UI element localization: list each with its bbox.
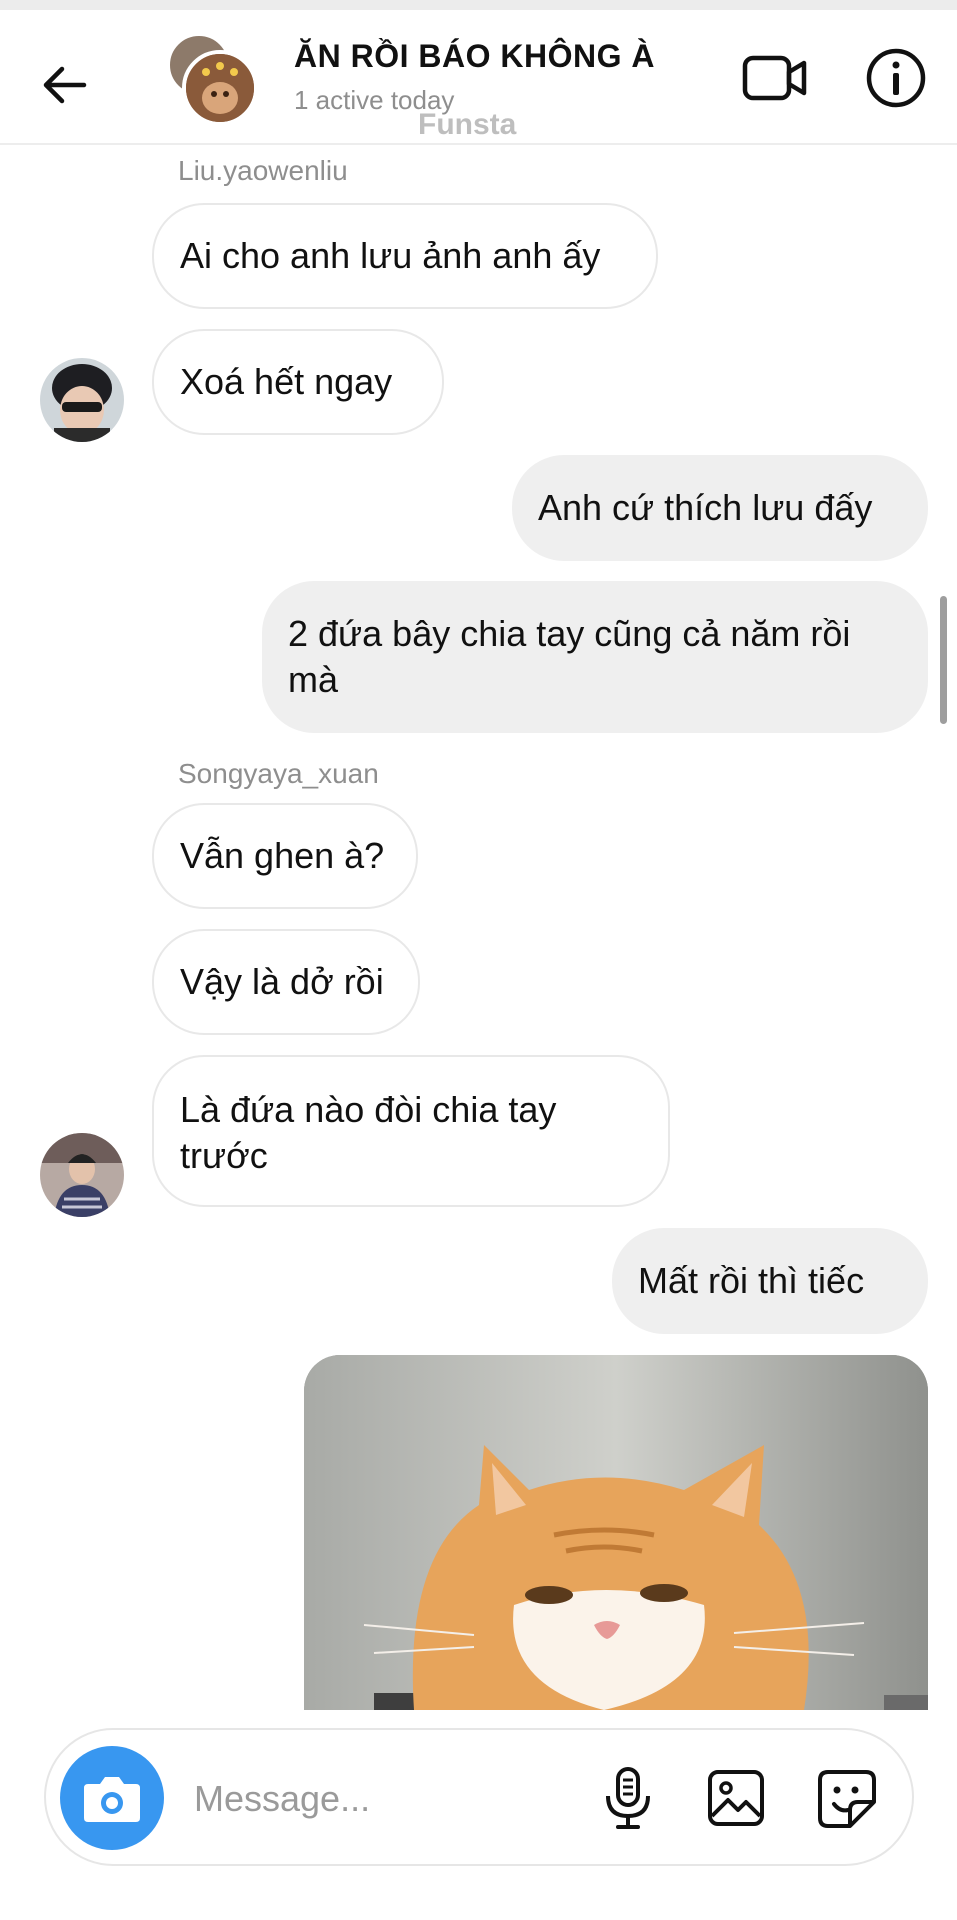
message-input[interactable]	[192, 1770, 616, 1828]
sender-name: Songyaya_xuan	[178, 758, 379, 789]
message-bubble[interactable]: 2 đứa bây chia tay cũng cả năm rồi mà	[262, 581, 928, 733]
message-text: Ai cho anh lưu ảnh anh ấy	[180, 235, 601, 276]
info-icon	[866, 48, 926, 108]
message-text: 2 đứa bây chia tay cũng cả năm rồi	[288, 613, 851, 654]
message-text: Anh cứ thích lưu đấy	[538, 487, 873, 528]
avatar[interactable]	[40, 1133, 124, 1217]
message-thread[interactable]: Liu.yaowenliu Ai cho anh lưu ảnh anh ấy …	[0, 145, 957, 1710]
message-bubble[interactable]: Là đứa nào đòi chia tay trước	[152, 1055, 670, 1207]
sticker-button[interactable]	[816, 1768, 878, 1830]
sticker-icon	[818, 1770, 876, 1828]
chat-header: ĂN RỒI BÁO KHÔNG À 1 active today Funsta	[0, 10, 957, 145]
message-bubble[interactable]: Xoá hết ngay	[152, 329, 444, 435]
message-bubble[interactable]: Vậy là dở rồi	[152, 929, 420, 1035]
message-text: Là đứa nào đòi chia tay	[180, 1089, 557, 1130]
photo-message[interactable]	[304, 1355, 928, 1710]
message-text: mà	[288, 659, 339, 700]
group-avatar[interactable]	[166, 32, 258, 126]
message-bubble[interactable]: Anh cứ thích lưu đấy	[512, 455, 928, 561]
image-gallery-icon	[708, 1770, 764, 1826]
watermark: Funsta	[418, 108, 517, 141]
message-bubble[interactable]: Mất rồi thì tiếc	[612, 1228, 928, 1334]
message-bubble[interactable]: Ai cho anh lưu ảnh anh ấy	[152, 203, 658, 309]
back-arrow-icon	[43, 66, 87, 104]
sender-name: Liu.yaowenliu	[178, 155, 348, 186]
microphone-icon	[606, 1767, 650, 1829]
message-text: Mất rồi thì tiếc	[638, 1260, 865, 1301]
camera-button[interactable]	[60, 1746, 164, 1850]
message-composer	[44, 1728, 914, 1866]
message-text: Vẫn ghen à?	[180, 835, 385, 876]
message-text: Xoá hết ngay	[180, 361, 393, 402]
video-camera-icon	[742, 55, 807, 101]
voice-message-button[interactable]	[600, 1766, 656, 1830]
status-strip	[0, 0, 957, 10]
message-bubble[interactable]: Vẫn ghen à?	[152, 803, 418, 909]
message-text: Vậy là dở rồi	[180, 961, 384, 1002]
camera-icon	[84, 1777, 140, 1822]
member-avatar	[182, 50, 258, 126]
scrollbar[interactable]	[940, 596, 947, 724]
info-button[interactable]	[864, 46, 928, 110]
message-text: trước	[180, 1135, 268, 1176]
gallery-button[interactable]	[706, 1768, 766, 1828]
chat-title[interactable]: ĂN RỒI BÁO KHÔNG À	[294, 38, 655, 75]
back-button[interactable]	[38, 60, 98, 110]
video-call-button[interactable]	[742, 48, 808, 108]
avatar[interactable]	[40, 358, 124, 442]
